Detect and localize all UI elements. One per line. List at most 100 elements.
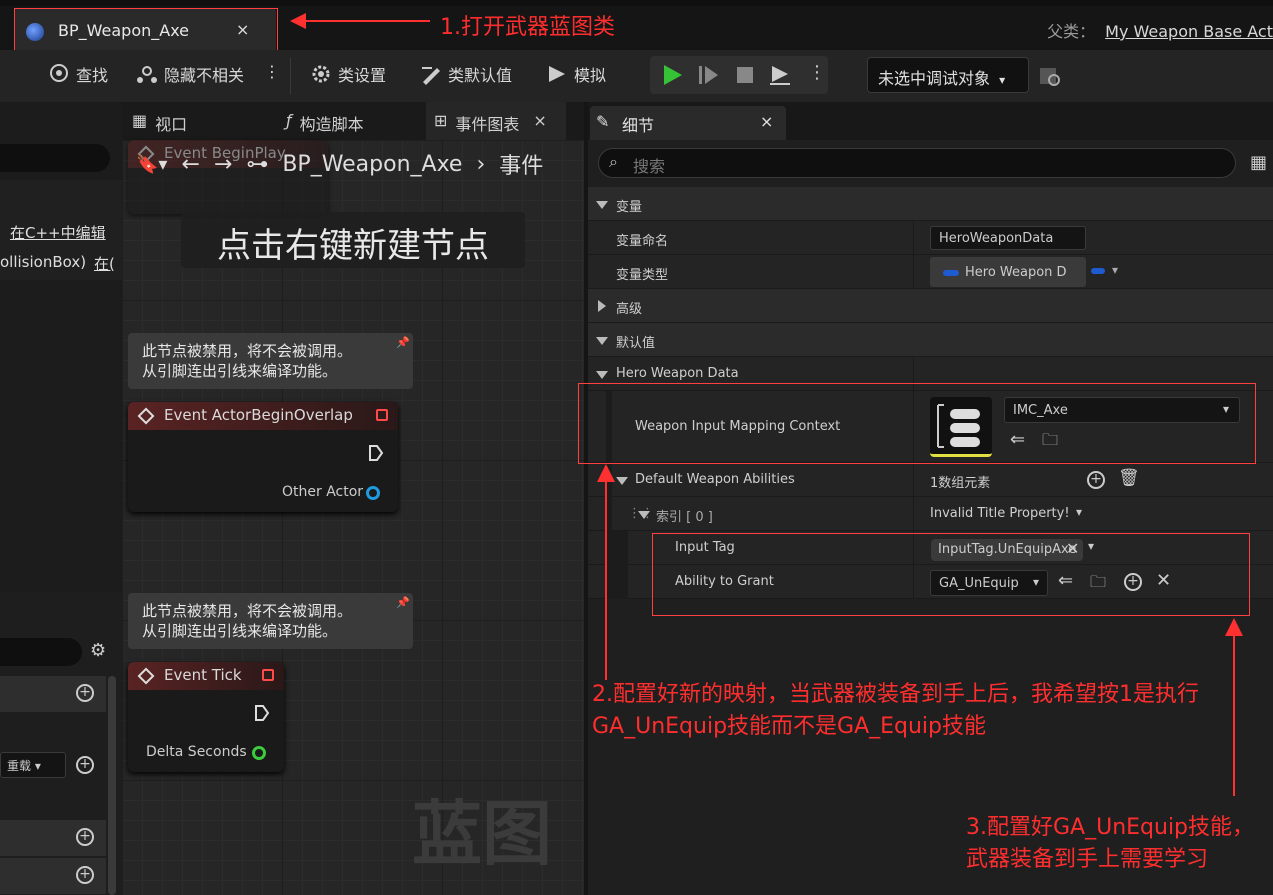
eject-icon[interactable]	[768, 64, 792, 86]
chevron-down-icon	[616, 474, 628, 489]
comment-2-line-1: 此节点被禁用，将不会被调用。	[142, 602, 353, 620]
annotation-3-line-2: 武器装备到手上需要学习	[966, 847, 1209, 872]
override-dropdown[interactable]: 重载 ▾	[0, 752, 66, 778]
tab-details[interactable]: ✎ 细节 ×	[590, 106, 786, 140]
object-pin-icon[interactable]	[366, 486, 380, 500]
scrollbar[interactable]	[108, 676, 116, 895]
menu-strip	[0, 0, 1273, 6]
event-tick-node[interactable]: Event Tick Delta Seconds	[128, 662, 284, 772]
column-divider	[913, 255, 914, 288]
play-icon[interactable]	[662, 64, 684, 86]
more-options-icon[interactable]: ⋮	[264, 62, 280, 81]
edit-cpp-link[interactable]: 在C++中编辑	[10, 222, 106, 243]
grid-icon: ▦	[132, 111, 148, 130]
add-dispatcher-icon[interactable]: +	[76, 866, 94, 884]
breadcrumb[interactable]: BP_Weapon_Axe	[282, 152, 462, 177]
annotation-2: 2.配置好新的映射，当武器被装备到手上后，我希望按1是执行 GA_UnEquip…	[592, 679, 1199, 743]
toolbar-divider	[290, 58, 291, 94]
annotation-3: 3.配置好GA_UnEquip技能， 武器装备到手上需要学习	[966, 812, 1254, 876]
close-icon[interactable]: ×	[760, 112, 773, 131]
stop-icon[interactable]	[734, 64, 756, 86]
override-label: 重载	[7, 759, 32, 773]
bookmark-icon[interactable]: 🔖▾	[136, 154, 167, 175]
parent-class-link[interactable]: My Weapon Base Act	[1105, 22, 1273, 41]
annotation-2-line-2: GA_UnEquip技能而不是GA_Equip技能	[592, 714, 987, 739]
step-icon[interactable]	[698, 64, 720, 86]
index-title: Invalid Title Property!	[930, 506, 1070, 521]
row-default-weapon-abilities[interactable]: Default Weapon Abilities 1数组元素 + 🗑	[588, 463, 1273, 497]
class-settings-label: 类设置	[338, 66, 387, 85]
event-tick-header: Event Tick	[128, 662, 284, 690]
gear-icon	[312, 65, 330, 83]
tab-construction-script[interactable]: ƒ 构造脚本	[286, 102, 364, 140]
pin-icon[interactable]: 📌	[396, 336, 410, 349]
chevron-down-icon[interactable]: ▾	[1112, 263, 1118, 277]
indent-guide	[606, 565, 628, 599]
find-in-browser-icon[interactable]	[1038, 64, 1062, 88]
struct-name-label: Hero Weapon Data	[616, 366, 739, 381]
annotation-box-imc	[578, 383, 1256, 464]
play-controls: ⋮	[650, 56, 828, 94]
tab-event-graph[interactable]: ⊞ 事件图表 ×	[426, 102, 566, 140]
other-actor-label: Other Actor	[282, 484, 364, 500]
chevron-down-icon[interactable]: ▾	[1076, 505, 1082, 519]
container-type-icon[interactable]	[1091, 268, 1105, 274]
add-override-icon[interactable]: +	[76, 756, 94, 774]
event-icon	[137, 667, 155, 685]
my-blueprint-search[interactable]	[0, 638, 82, 666]
add-element-icon[interactable]: +	[1087, 471, 1105, 489]
tab-viewport[interactable]: ▦ 视口	[132, 102, 187, 140]
parent-class: 父类： My Weapon Base Act	[1047, 18, 1273, 42]
play-options-icon[interactable]: ⋮	[808, 62, 826, 83]
comment-1-line-1: 此节点被禁用，将不会被调用。	[142, 342, 353, 360]
var-type-select[interactable]: Hero Weapon D	[930, 257, 1086, 287]
find-button[interactable]: 查找	[48, 62, 108, 86]
table-view-icon[interactable]: ▦	[1250, 152, 1267, 173]
delegate-icon[interactable]	[262, 669, 274, 681]
details-search-input[interactable]: ⌕ 搜索	[598, 148, 1236, 178]
event-graph-icon: ⊞	[434, 111, 448, 130]
column-divider	[913, 463, 914, 496]
blueprint-watermark: 蓝图	[412, 793, 552, 875]
back-icon[interactable]: ←	[181, 152, 199, 177]
components-search[interactable]	[0, 144, 110, 172]
category-variable[interactable]: 变量	[588, 187, 1273, 221]
debug-object-select[interactable]: 未选中调试对象 ▾	[867, 57, 1029, 93]
hierarchy-icon[interactable]: ⊶	[246, 152, 268, 177]
var-name-input[interactable]: HeroWeaponData	[930, 226, 1086, 250]
close-icon[interactable]: ×	[533, 111, 546, 140]
graph-tab-bar: ▦ 视口 ƒ 构造脚本 ⊞ 事件图表 ×	[122, 102, 584, 140]
abilities-label: Default Weapon Abilities	[635, 472, 795, 487]
settings-gear-icon[interactable]: ⚙	[90, 640, 106, 661]
simulate-button[interactable]: 模拟	[546, 62, 606, 86]
breadcrumb-tail[interactable]: 事件	[499, 148, 543, 180]
exec-pin-icon[interactable]	[254, 704, 270, 722]
toolbar: 查找 隐藏不相关 ⋮ 类设置 类默认值 模拟	[0, 50, 1273, 102]
var-name-label: 变量命名	[616, 234, 669, 249]
annotation-arrow-2	[605, 480, 607, 680]
exec-pin-icon[interactable]	[368, 444, 384, 462]
class-settings-button[interactable]: 类设置	[310, 62, 386, 86]
forward-icon[interactable]: →	[214, 152, 232, 177]
comment-2-line-2: 从引脚连出引线来编译功能。	[142, 622, 338, 640]
add-variable-icon[interactable]: +	[76, 828, 94, 846]
simulate-icon	[549, 66, 565, 82]
row-array-index-0[interactable]: ⋮⋮ 索引 [ 0 ] Invalid Title Property! ▾	[588, 497, 1273, 531]
chevron-down-icon	[596, 368, 608, 383]
arrow-head-icon	[597, 464, 615, 482]
hide-unrelated-button[interactable]: 隐藏不相关	[136, 62, 244, 86]
pin-icon[interactable]: 📌	[396, 596, 410, 609]
float-pin-icon[interactable]	[252, 746, 266, 760]
column-divider	[913, 221, 914, 254]
class-defaults-button[interactable]: 类默认值	[420, 62, 512, 86]
event-actorbeginoverlap-node[interactable]: Event ActorBeginOverlap Other Actor	[128, 402, 398, 512]
delegate-icon[interactable]	[376, 409, 388, 421]
collision-edit-link[interactable]: 在(	[94, 253, 115, 274]
row-variable-name: 变量命名 HeroWeaponData	[588, 221, 1273, 255]
trash-icon[interactable]: 🗑	[1118, 468, 1140, 488]
add-function-icon[interactable]: +	[76, 684, 94, 702]
category-advanced[interactable]: 高级	[588, 289, 1273, 323]
class-defaults-label: 类默认值	[448, 66, 513, 85]
category-default-value[interactable]: 默认值	[588, 323, 1273, 357]
delta-seconds-label: Delta Seconds	[146, 744, 247, 760]
